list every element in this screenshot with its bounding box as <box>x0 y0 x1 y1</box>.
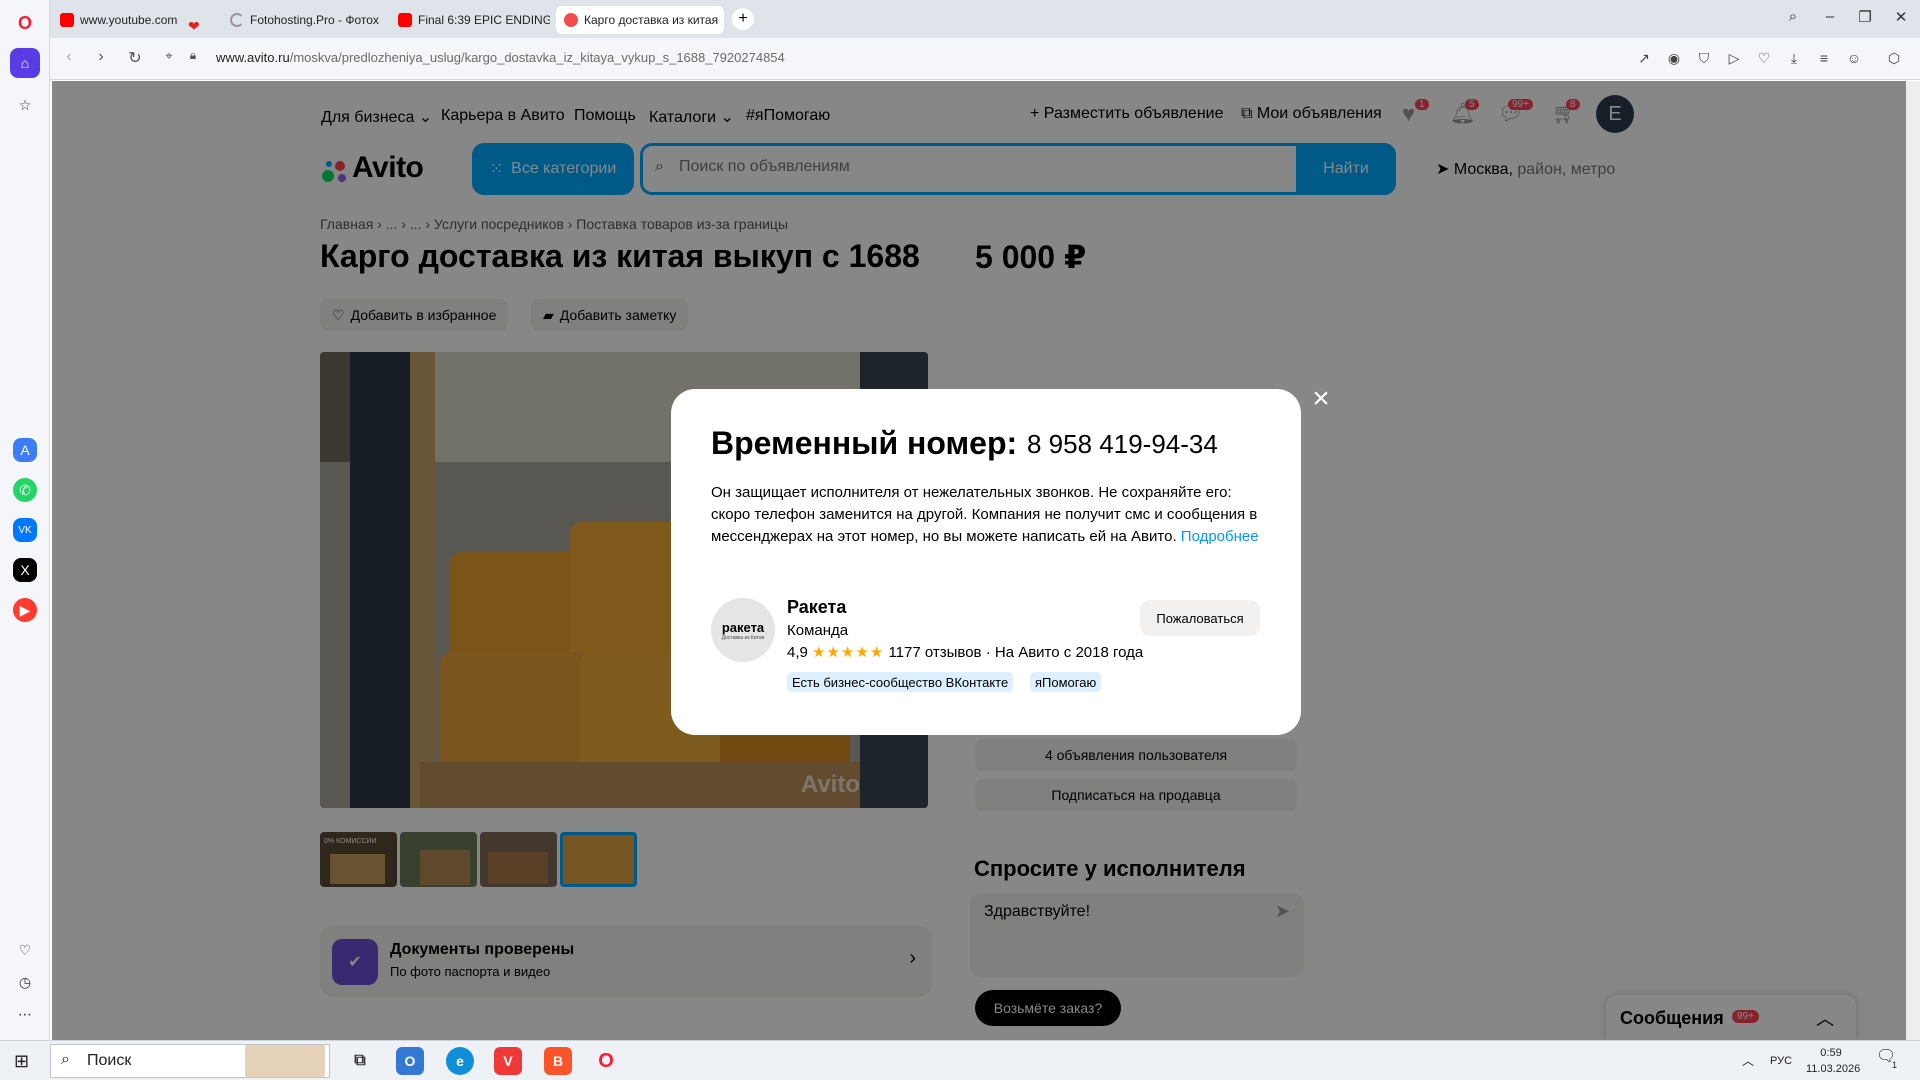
tray-chevron-icon[interactable]: ︿ <box>1742 1053 1754 1069</box>
back-icon[interactable]: ‹ <box>58 48 80 66</box>
restore-button[interactable]: ❐ <box>1850 8 1880 26</box>
reload-icon[interactable]: ↻ <box>124 48 146 68</box>
seller-status: Команда <box>787 622 849 639</box>
edge-icon[interactable]: e <box>446 1047 474 1075</box>
more-icon[interactable]: ⋯ <box>10 999 40 1029</box>
seller-logo-sub: Доставка из Китая <box>721 634 765 641</box>
url-field[interactable]: www.avito.ru/moskva/predlozheniya_uslug/… <box>216 50 785 65</box>
ihelp-badge: яПомогаю <box>1030 672 1102 692</box>
windows-start-icon[interactable]: ⊞ <box>14 1051 29 1072</box>
location-pin-icon[interactable]: ⌖ <box>158 48 180 64</box>
taskbar: ⊞ ⌕ Поиск ⧉ O e V B O ︿ РУС 0:59 11.03.2… <box>0 1040 1920 1080</box>
seller-logo-text: ракета <box>721 619 765 635</box>
opera-logo-icon[interactable]: O <box>10 8 40 38</box>
heart-audio-icon[interactable]: ❤ <box>188 18 200 35</box>
cube-icon[interactable]: ⬡ <box>1884 50 1904 67</box>
whatsapp-icon[interactable]: ✆ <box>13 478 37 502</box>
download-icon[interactable]: ⤓ <box>1784 50 1804 67</box>
search-icon: ⌕ <box>61 1051 70 1068</box>
opera-icon[interactable]: O <box>592 1047 620 1075</box>
clock-time: 0:59 <box>1820 1047 1842 1059</box>
youtube-icon <box>398 13 412 27</box>
vk-community-badge: Есть бизнес-сообщество ВКонтакте <box>787 672 1014 692</box>
star-icon[interactable]: ☆ <box>10 90 40 120</box>
tab-fotohosting[interactable]: Fotohosting.Pro - Фотох <box>222 6 382 34</box>
vivaldi-icon[interactable]: V <box>494 1047 522 1075</box>
minimize-button[interactable]: – <box>1815 8 1845 25</box>
rating-value: 4,9 <box>787 644 808 661</box>
more-link[interactable]: Подробнее <box>1181 528 1259 545</box>
home-icon[interactable]: ⌂ <box>10 48 40 78</box>
taskbar-search[interactable]: ⌕ Поиск <box>50 1044 330 1078</box>
camera-icon[interactable]: ◉ <box>1664 50 1684 67</box>
temporary-number-modal: Временный номер: 8 958 419-94-34 Он защи… <box>671 389 1301 735</box>
vk-icon[interactable]: VK <box>13 518 37 542</box>
complain-button[interactable]: Пожаловаться <box>1140 600 1260 636</box>
share-icon[interactable]: ↗ <box>1634 50 1654 67</box>
heart-icon[interactable]: ♡ <box>1754 50 1774 67</box>
brave-icon[interactable]: B <box>544 1047 572 1075</box>
recording-icon <box>564 13 578 27</box>
loading-icon <box>230 13 244 27</box>
language-indicator[interactable]: РУС <box>1770 1053 1792 1069</box>
member-since: · На Авито с 2018 года <box>985 644 1144 661</box>
phone-number: 8 958 419-94-34 <box>1027 429 1218 459</box>
tab-bar: www.youtube.com ❤ Fotohosting.Pro - Фото… <box>0 0 1920 38</box>
flower-decoration-icon <box>245 1045 325 1077</box>
reviews-link[interactable]: 1177 отзывов <box>888 644 981 661</box>
search-tabs-icon[interactable]: ⌕ <box>1778 8 1808 25</box>
tab-youtube[interactable]: www.youtube.com <box>52 6 182 34</box>
new-tab-button[interactable]: + <box>732 8 754 30</box>
scrollbar[interactable] <box>1906 81 1920 1040</box>
seller-avatar[interactable]: ракета Доставка из Китая <box>711 598 775 662</box>
player-icon[interactable]: ▶ <box>13 598 37 622</box>
x-twitter-icon[interactable]: X <box>13 558 37 582</box>
youtube-icon <box>60 13 74 27</box>
modal-title: Временный номер: <box>711 425 1018 461</box>
browser-sidebar: O ⌂ ☆ A ✆ VK X ▶ ♡ ◷ ⋯ <box>0 0 50 1040</box>
seller-name[interactable]: Ракета <box>787 597 846 618</box>
task-view-icon[interactable]: ⧉ <box>346 1047 374 1075</box>
lock-icon: 🔒︎ <box>189 48 197 62</box>
heart-icon[interactable]: ♡ <box>10 935 40 965</box>
rating-stars-icon: ★★★★★ <box>812 644 885 661</box>
profile-icon[interactable]: ☺ <box>1844 50 1864 66</box>
close-window-button[interactable]: ✕ <box>1886 8 1916 26</box>
shield-icon[interactable]: ⛉ <box>1694 50 1714 67</box>
play-icon[interactable]: ▷ <box>1724 50 1744 67</box>
menu-icon[interactable]: ≡ <box>1814 50 1834 66</box>
forward-icon[interactable]: › <box>90 48 112 66</box>
outlook-icon[interactable]: O <box>396 1047 424 1075</box>
modal-description: Он защищает исполнителя от нежелательных… <box>711 484 1259 545</box>
clock[interactable]: 0:59 11.03.2026 <box>1806 1045 1861 1077</box>
tab-final-ending[interactable]: Final 6:39 EPIC ENDING N <box>390 6 550 34</box>
tab-avito[interactable]: Карго доставка из китая <box>556 6 724 34</box>
notif-count: 1 <box>1892 1060 1898 1070</box>
seller-rating: 4,9 ★★★★★ 1177 отзывов · На Авито с 2018… <box>787 643 1143 661</box>
clock-date: 11.03.2026 <box>1806 1063 1861 1075</box>
history-icon[interactable]: ◷ <box>10 967 40 997</box>
close-icon[interactable]: × <box>1306 384 1336 414</box>
aria-icon[interactable]: A <box>13 438 37 462</box>
